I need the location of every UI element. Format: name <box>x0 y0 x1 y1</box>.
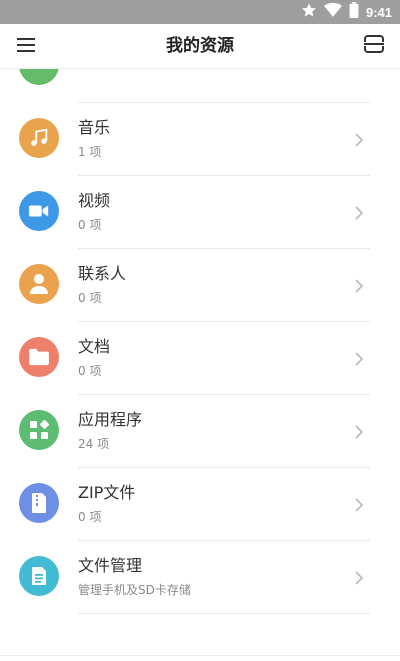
folder-icon <box>19 337 59 377</box>
chevron-right-icon <box>354 205 364 220</box>
list-item-texts: 音乐 1 项 <box>78 117 360 161</box>
list-item-label: ZIP文件 <box>78 483 136 502</box>
chevron-right-icon <box>354 424 364 439</box>
status-bar: 9:41 <box>0 0 400 24</box>
list-item-texts: 应用程序 24 项 <box>78 409 360 453</box>
partial-icon <box>19 69 59 85</box>
clock-text: 9:41 <box>365 4 392 20</box>
list-item-count: 管理手机及SD卡存储 <box>78 583 191 597</box>
star-icon <box>301 2 317 22</box>
music-note-icon <box>19 118 59 158</box>
status-icons: 9:41 <box>301 2 392 22</box>
list-item-count: 24 项 <box>78 437 110 451</box>
scan-button[interactable] <box>358 30 390 62</box>
list-item-documents[interactable]: 文档 0 项 <box>0 322 400 395</box>
list-item-texts: 视频 0 项 <box>78 190 360 234</box>
list-item-count: 0 项 <box>78 218 102 232</box>
list-item-texts: 文档 0 项 <box>78 336 360 380</box>
chevron-right-icon <box>354 278 364 293</box>
app-bar: 我的资源 <box>0 24 400 69</box>
list-item-count: 0 项 <box>78 291 102 305</box>
bottom-divider <box>0 655 400 656</box>
list-item-video[interactable]: 视频 0 项 <box>0 176 400 249</box>
list-item-count: 1 项 <box>78 145 102 159</box>
list-item-label: 联系人 <box>78 264 127 283</box>
list-item-music[interactable]: 音乐 1 项 <box>0 103 400 176</box>
row-divider <box>78 613 370 614</box>
list-item-label: 应用程序 <box>78 410 143 429</box>
list-item-zip[interactable]: ZIP文件 0 项 <box>0 468 400 541</box>
chevron-right-icon <box>354 351 364 366</box>
list-item-file-manager[interactable]: 文件管理管理手机及SD卡存储 <box>0 541 400 614</box>
list-item-label: 视频 <box>78 191 111 210</box>
list-item-label: 音乐 <box>78 118 111 137</box>
person-icon <box>19 264 59 304</box>
video-camera-icon <box>19 191 59 231</box>
resource-list: 5 项音乐1 项视频0 项联系人0 项文档0 项应用程序24 项ZIP文件0 项… <box>0 69 400 655</box>
scan-icon <box>364 35 384 57</box>
list-item-count: 0 项 <box>78 364 102 378</box>
zip-file-icon <box>19 483 59 523</box>
chevron-right-icon <box>354 132 364 147</box>
document-icon <box>19 556 59 596</box>
page-title: 我的资源 <box>166 36 234 56</box>
list-item-texts: ZIP文件 0 项 <box>78 482 360 526</box>
list-item-label: 文件管理 <box>78 556 143 575</box>
list-item-label: 文档 <box>78 337 111 356</box>
list-item-count: 0 项 <box>78 510 102 524</box>
list-item-contacts[interactable]: 联系人 0 项 <box>0 249 400 322</box>
apps-grid-icon <box>19 410 59 450</box>
list-item-texts: 联系人 0 项 <box>78 263 360 307</box>
resource-list-inner: 5 项音乐1 项视频0 项联系人0 项文档0 项应用程序24 项ZIP文件0 项… <box>0 69 400 614</box>
list-item-partial[interactable]: 5 项 <box>0 69 400 103</box>
list-item-apps[interactable]: 应用程序 24 项 <box>0 395 400 468</box>
list-item-texts: 文件管理管理手机及SD卡存储 <box>78 555 360 599</box>
wifi-icon <box>323 2 342 22</box>
chevron-right-icon <box>354 497 364 512</box>
chevron-right-icon <box>354 570 364 585</box>
battery-icon <box>349 2 359 22</box>
